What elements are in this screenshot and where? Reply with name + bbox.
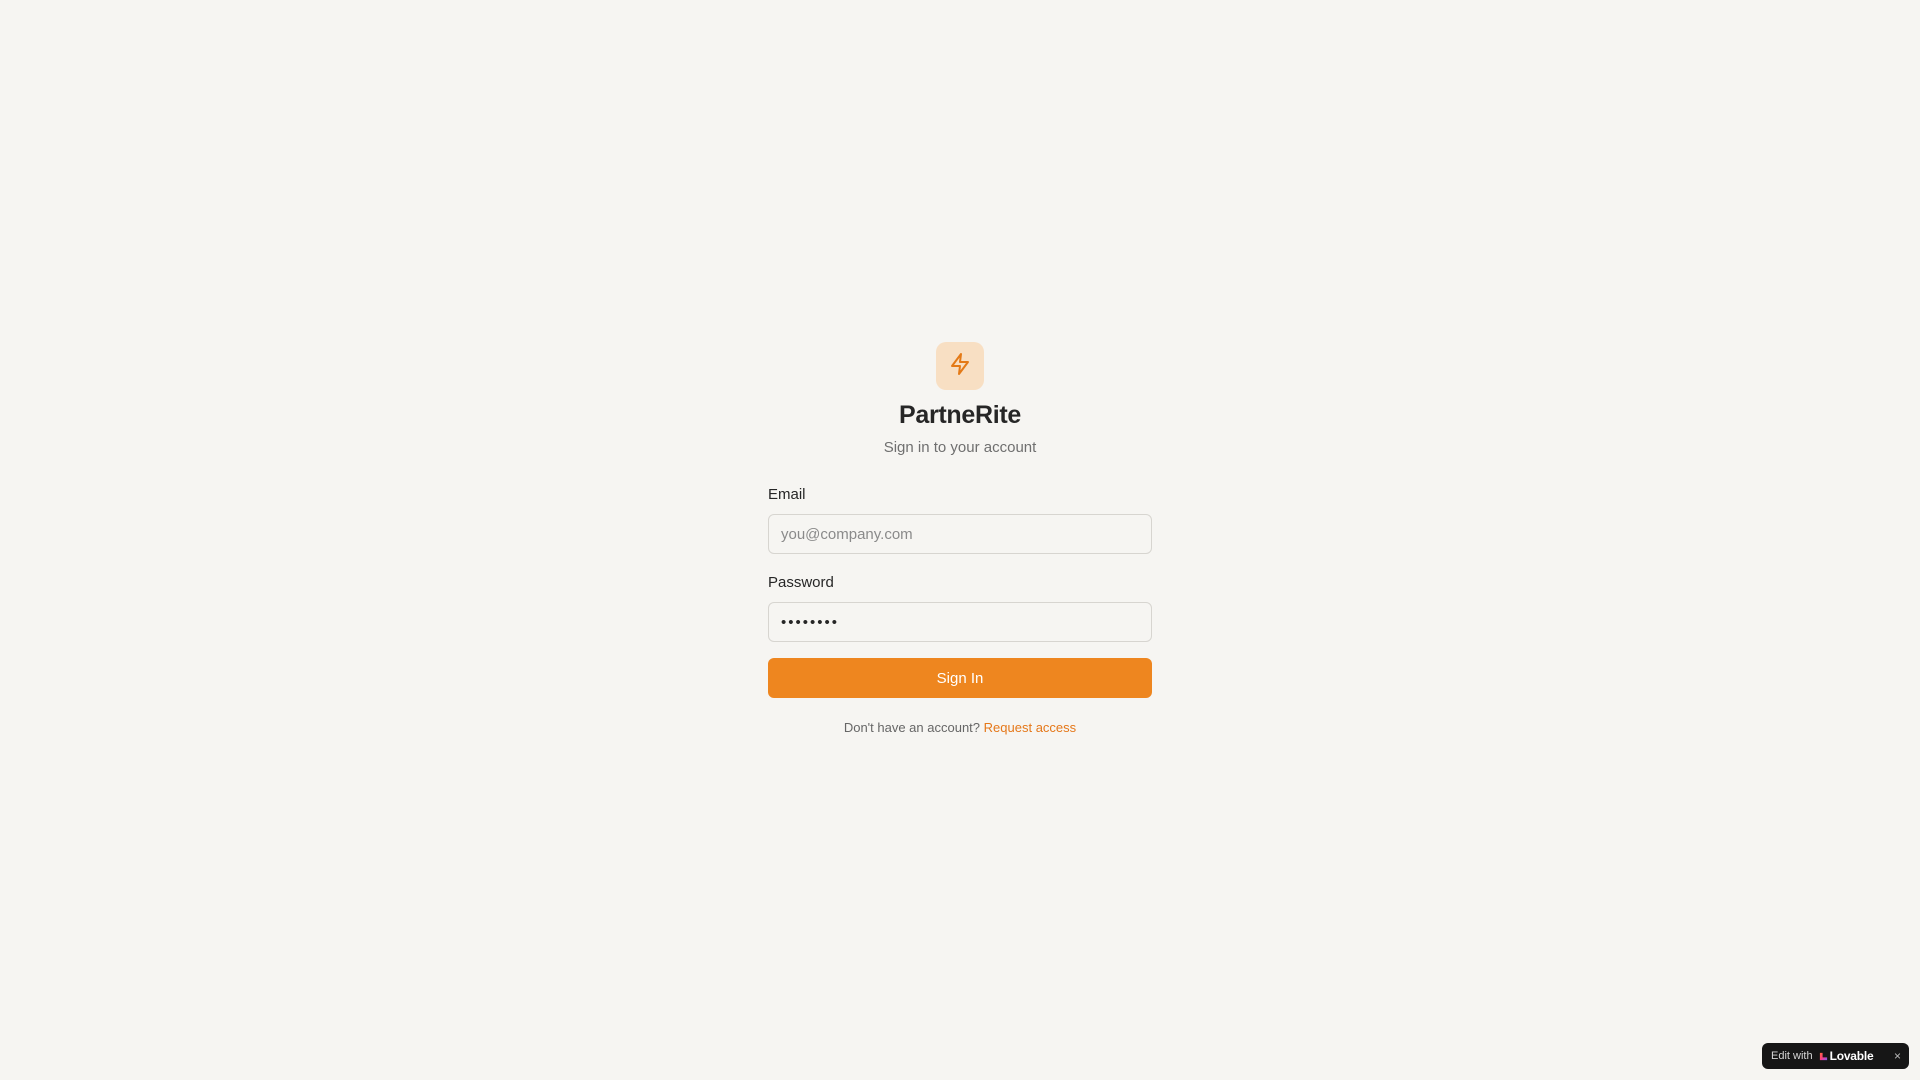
login-container: PartneRite Sign in to your account Email… [768,342,1152,735]
login-form: Email Password Sign In [768,486,1152,698]
request-access-link[interactable]: Request access [984,720,1077,735]
close-icon[interactable]: × [1894,1049,1901,1063]
lovable-heart-icon [1819,1052,1827,1060]
lovable-logo: Lovable [1819,1049,1874,1063]
password-label: Password [768,574,834,591]
badge-prefix: Edit with [1771,1050,1813,1062]
password-field[interactable] [768,602,1152,642]
signup-prompt-text: Don't have an account? [843,720,981,735]
app-title: PartneRite [898,401,1022,429]
logo [936,342,984,390]
edit-with-lovable-badge[interactable]: Edit with Lovable × [1762,1043,1909,1069]
lightning-bolt-icon [948,352,972,381]
lovable-brand-text: Lovable [1829,1049,1874,1063]
email-field[interactable] [768,514,1152,554]
sign-in-button[interactable]: Sign In [768,658,1152,698]
signup-prompt: Don't have an account? Request access [768,720,1152,735]
email-label: Email [768,486,806,503]
page-subtitle: Sign in to your account [883,439,1037,456]
